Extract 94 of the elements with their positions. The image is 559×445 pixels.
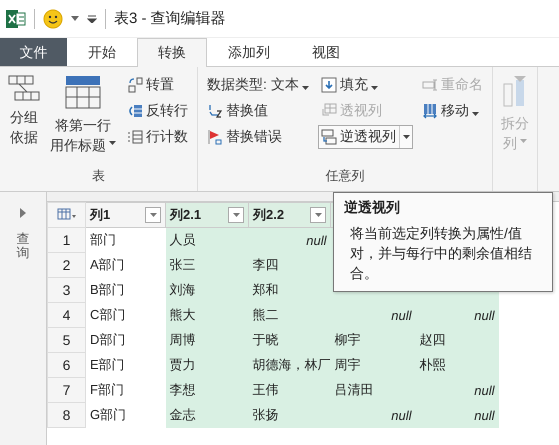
table-cell: D部门 xyxy=(90,332,126,347)
table-cell: B部门 xyxy=(90,282,125,297)
table-cell: 人员 xyxy=(170,232,196,248)
null-value: null xyxy=(306,232,326,248)
ribbon-button[interactable]: 反转行 xyxy=(124,99,191,123)
table-cell: 赵四 xyxy=(420,332,446,347)
group-label: 表 xyxy=(92,168,105,183)
null-value: null xyxy=(474,408,494,422)
queries-pane-label[interactable]: 查询 xyxy=(16,232,30,261)
caret-icon xyxy=(314,213,322,217)
row-number: 8 xyxy=(62,407,70,423)
customize-icon[interactable] xyxy=(87,14,97,22)
table-cell: 李四 xyxy=(252,257,278,272)
caret-icon xyxy=(402,135,410,139)
table-cell: A部门 xyxy=(90,257,125,272)
group-by-icon xyxy=(8,75,40,101)
row-number: 5 xyxy=(62,332,70,348)
null-value: null xyxy=(474,382,494,398)
tooltip-title: 逆透视列 xyxy=(344,199,401,217)
ribbon-button[interactable]: 转置 xyxy=(124,73,191,97)
split-column-icon xyxy=(502,75,527,107)
table-cell: 胡德海，林厂 xyxy=(252,357,330,372)
row-number: 4 xyxy=(62,307,70,323)
table-cell: 朴熙 xyxy=(420,357,446,372)
filter-button[interactable] xyxy=(310,207,326,223)
table-cell: 部门 xyxy=(90,232,116,248)
replace-icon xyxy=(207,103,223,119)
null-value: null xyxy=(391,408,412,422)
unpivot-icon xyxy=(320,129,337,145)
ribbon-button[interactable]: 替换错误 xyxy=(204,125,312,149)
table-cell: C部门 xyxy=(90,307,126,322)
row-number: 7 xyxy=(62,382,70,398)
table-cell: 周宇 xyxy=(334,357,360,372)
caret-icon xyxy=(302,86,309,90)
table-cell: 贾力 xyxy=(170,357,196,372)
spreadsheet-app-icon[interactable] xyxy=(6,8,26,28)
table-cell: 张扬 xyxy=(252,407,278,422)
ribbon-button[interactable]: 行计数 xyxy=(124,125,191,149)
caret-icon xyxy=(520,139,527,143)
table-menu-icon[interactable] xyxy=(56,208,76,220)
table-cell: G部门 xyxy=(90,407,126,422)
reverse-rows-icon xyxy=(127,103,143,119)
ribbon-tab[interactable]: 视图 xyxy=(291,38,361,66)
table-cell: 刘海 xyxy=(170,282,196,297)
filter-button[interactable] xyxy=(145,207,161,223)
table-cell: 王伟 xyxy=(252,382,278,397)
move-columns-icon xyxy=(422,103,438,119)
row-number: 6 xyxy=(62,357,70,373)
ribbon-tab[interactable]: 开始 xyxy=(67,38,137,66)
table-cell: 柳宇 xyxy=(334,332,360,347)
table-cell: 熊大 xyxy=(170,307,196,322)
caret-icon xyxy=(232,213,240,217)
numbered-list-icon xyxy=(127,129,143,145)
caret-icon xyxy=(472,112,479,116)
table-cell: 吕清田 xyxy=(334,382,374,397)
table-cell: 周博 xyxy=(170,332,196,347)
ribbon-large-button[interactable]: 分组 依据 xyxy=(6,73,42,167)
transpose-icon xyxy=(127,77,143,93)
table-cell: 张三 xyxy=(170,257,196,272)
tooltip-text: 将当前选定列转换为属性/值对，并与每行中的剩余值相结合。 xyxy=(349,224,533,283)
ribbon-button[interactable]: 移动 xyxy=(418,99,486,123)
rename-icon xyxy=(422,77,438,93)
table-cell: 郑和 xyxy=(252,282,278,297)
column-header[interactable]: 列1 xyxy=(90,206,110,224)
ribbon-button[interactable]: 数据类型: 文本 xyxy=(204,73,312,97)
ribbon-button[interactable]: 逆透视列 xyxy=(318,125,413,149)
caret-icon xyxy=(109,141,116,145)
caret-icon xyxy=(370,86,378,90)
smiley-icon[interactable] xyxy=(43,8,63,28)
filter-button[interactable] xyxy=(228,207,244,223)
caret-icon[interactable] xyxy=(71,16,79,22)
table-cell: 于晓 xyxy=(252,332,278,347)
table-header-icon xyxy=(65,75,101,109)
flag-icon xyxy=(207,129,223,145)
ribbon-large-button[interactable]: 将第一行 用作标题 xyxy=(48,73,118,167)
row-number: 2 xyxy=(62,257,70,273)
caret-icon xyxy=(150,213,156,217)
ribbon-tab[interactable]: 文件 xyxy=(0,38,67,66)
table-cell: F部门 xyxy=(90,382,124,397)
row-number: 1 xyxy=(62,232,70,248)
ribbon-button[interactable]: 填充 xyxy=(318,73,413,97)
expand-icon[interactable] xyxy=(20,208,26,218)
null-value: null xyxy=(391,308,412,322)
group-label: 任意列 xyxy=(325,168,364,183)
ribbon-button[interactable]: 替换值 xyxy=(204,99,312,123)
ribbon-tab[interactable]: 添加列 xyxy=(207,38,291,66)
table-cell: 李想 xyxy=(170,382,196,397)
null-value: null xyxy=(474,308,494,322)
row-number: 3 xyxy=(62,282,70,298)
window-title: 表3 - 查询编辑器 xyxy=(114,9,226,28)
table-cell: 熊二 xyxy=(252,307,278,322)
table-cell: 金志 xyxy=(170,407,196,422)
table-cell: E部门 xyxy=(90,357,125,372)
ribbon-tab[interactable]: 转换 xyxy=(137,38,207,67)
